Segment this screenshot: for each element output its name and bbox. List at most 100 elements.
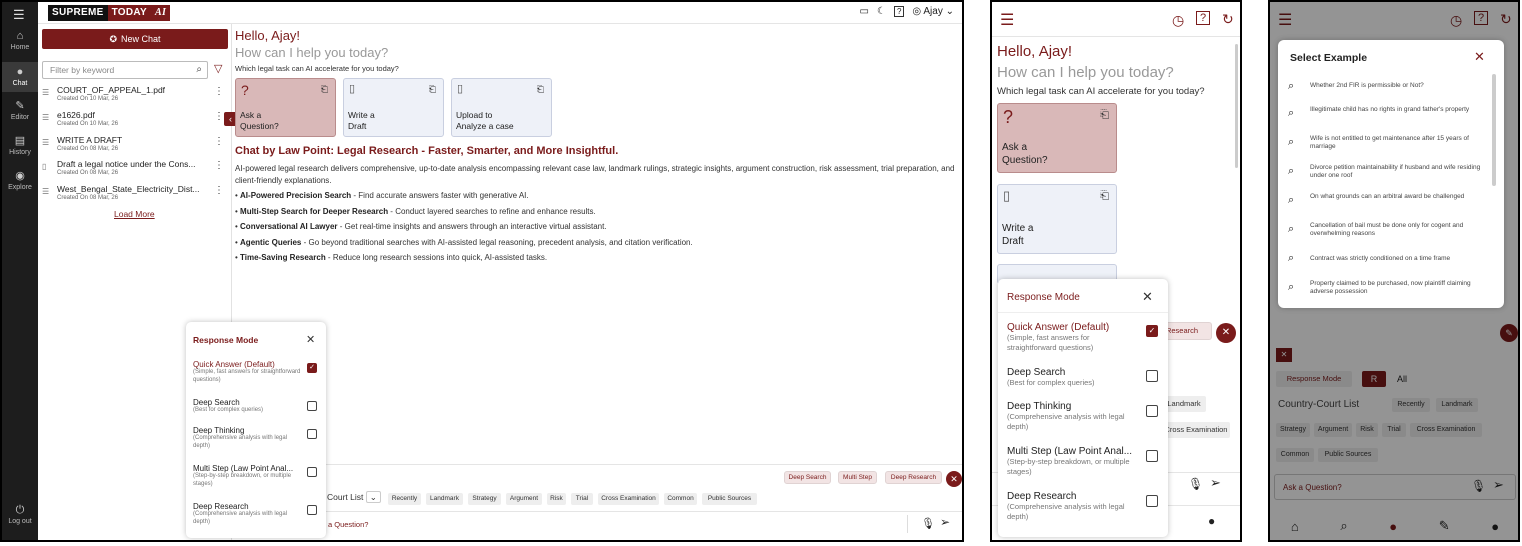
mode-option[interactable]: Multi Step (Law Point Anal... (Step-by-st… [1007,446,1141,476]
upload-case-card[interactable]: ▯ ⎗ Upload to Analyze a case [451,78,552,137]
help-icon[interactable]: ? [893,6,905,17]
history-item[interactable]: ☰ e1626.pdf Created On 10 Mar, 26 ⋮ [40,109,224,131]
history-item[interactable]: ☰ WRITE A DRAFT Created On 08 Mar, 26 ⋮ [40,134,224,156]
mode-option[interactable]: Deep Research (Comprehensive analysis wit… [1007,491,1141,521]
scrollbar[interactable] [1235,44,1238,168]
court-list-dropdown[interactable]: Court List ⌄ [327,491,381,503]
tag-landmark[interactable]: Landmark [426,493,463,505]
monitor-icon[interactable]: ▭ [860,6,869,17]
mode-checkbox[interactable]: ✓ [307,363,317,373]
mode-option[interactable]: Quick Answer (Default) (Simple, fast answ… [1007,322,1141,352]
new-chat-button[interactable]: ✪ New Chat [42,29,228,49]
help-icon[interactable]: ? [1196,11,1211,25]
history-item[interactable]: ☰ West_Bengal_State_Electricity_Dist... Cr… [40,183,224,205]
nav-logout[interactable]: ⏻ Log out [2,502,38,530]
theme-icon[interactable]: ☾ [877,6,886,17]
example-item[interactable]: ⌕ Cancellation of bail must be done only … [1288,220,1488,244]
example-item[interactable]: ⌕ Property claimed to be purchased, now p… [1288,278,1488,302]
example-item[interactable]: ⌕ Wife is not entitled to get maintenance… [1288,133,1488,157]
profile-icon[interactable]: ● [1208,514,1215,528]
mode-checkbox[interactable] [307,429,317,439]
user-menu[interactable]: ◎ Ajay ⌄ [912,6,954,17]
menu-icon[interactable]: ☰ [1000,10,1014,30]
subtitle: How can I help you today? [235,45,389,60]
mode-option[interactable]: Quick Answer (Default) (Simple, fast answ… [193,360,303,384]
write-draft-card[interactable]: ▯ ⎗ Write a Draft [343,78,444,137]
example-item[interactable]: ⌕ Whether 2nd FIR is permissible or Not? [1288,80,1488,100]
tag-trial[interactable]: Trial [571,493,593,505]
tag-recently[interactable]: Recently [388,493,421,505]
send-icon[interactable]: ➢ [1210,475,1221,491]
more-icon[interactable]: ⋮ [214,86,224,97]
write-draft-card[interactable]: ▯ ⎗ Write a Draft [997,184,1117,254]
question-input[interactable]: a Question? 🎙 ➢ [235,511,962,535]
mode-option[interactable]: Multi Step (Law Point Anal... (Step-by-st… [193,464,303,488]
close-mode-button[interactable]: ✕ [946,471,962,487]
more-icon[interactable]: ⋮ [214,160,224,171]
mode-option[interactable]: Deep Research (Comprehensive analysis wit… [193,502,303,526]
search-icon: ⌕ [1288,194,1295,206]
nav-chat[interactable]: ● Chat [2,62,38,92]
mode-checkbox[interactable] [307,467,317,477]
nav-explore[interactable]: ◉ Explore [2,168,38,196]
close-icon[interactable]: ✕ [306,333,315,346]
nav-editor[interactable]: ✎ Editor [2,98,38,126]
menu-icon[interactable]: ☰ [13,7,25,23]
filter-input[interactable]: Filter by keyword ⌕ [42,61,208,79]
history-item[interactable]: ▯ Draft a legal notice under the Cons... C… [40,158,224,180]
chip-deep-search[interactable]: Deep Search [784,471,831,484]
close-mode-button[interactable]: ✕ [1216,323,1236,343]
mode-option[interactable]: Deep Thinking (Comprehensive analysis wit… [193,426,303,450]
tag-strategy[interactable]: Strategy [468,493,501,505]
chip-multi-step[interactable]: Multi Step [838,471,877,484]
search-icon[interactable]: ⌕ [196,64,202,75]
microphone-icon[interactable]: 🎙 [921,517,935,530]
more-icon[interactable]: ⋮ [214,111,224,122]
feature-bullet: • Time-Saving Research - Reduce long res… [235,253,548,262]
tag-argument[interactable]: Argument [506,493,542,505]
tag-cross-examination[interactable]: Cross Examination [1162,422,1230,438]
nav-home[interactable]: ⌂ Home [2,28,38,56]
filter-funnel-icon[interactable]: ▽ [214,62,222,75]
mode-checkbox[interactable] [1146,370,1158,382]
tag-common[interactable]: Common [664,493,697,505]
close-icon[interactable]: ✕ [1142,289,1153,305]
mode-option[interactable]: Deep Thinking (Comprehensive analysis wit… [1007,401,1141,431]
scrollbar[interactable] [1492,74,1496,186]
response-mode-popup: Response Mode ✕ Quick Answer (Default) (S… [998,279,1168,537]
ask-question-card[interactable]: ? ⎗ Ask a Question? [997,103,1117,173]
editor-icon: ✎ [15,100,25,112]
ask-question-card[interactable]: ? ⎗ Ask a Question? [235,78,336,137]
tag-landmark[interactable]: Landmark [1162,396,1206,412]
nav-history[interactable]: ▤ History [2,133,38,161]
task-prompt: Which legal task can AI accelerate for y… [235,64,399,73]
mode-option[interactable]: Deep Search (Best for complex queries) [1007,367,1141,388]
mode-checkbox[interactable] [307,401,317,411]
mode-checkbox[interactable] [1146,450,1158,462]
example-item[interactable]: ⌕ Divorce petition maintainability if hus… [1288,162,1488,186]
example-item[interactable]: ⌕ Contract was strictly conditioned on a … [1288,252,1488,270]
more-icon[interactable]: ⋮ [214,185,224,196]
tag-risk[interactable]: Risk [547,493,566,505]
tag-public-sources[interactable]: Public Sources [702,493,757,505]
mode-checkbox[interactable] [307,505,317,515]
question-icon: ? [1003,107,1014,127]
more-icon[interactable]: ⋮ [214,136,224,147]
example-item[interactable]: ⌕ On what grounds can an arbitral award b… [1288,191,1488,215]
example-item[interactable]: ⌕ Illegitimate child has no rights in gra… [1288,104,1488,128]
main-content: Hello, Ajay! How can I help you today? W… [235,24,962,540]
history-icon[interactable]: ◷ [1172,12,1184,29]
history-item[interactable]: ☰ COURT_OF_APPEAL_1.pdf Created On 10 Mar,… [40,84,224,106]
mode-option[interactable]: Deep Search (Best for complex queries) [193,398,303,415]
refresh-icon[interactable]: ↻ [1222,11,1234,28]
chip-deep-research[interactable]: Deep Research [885,471,942,484]
load-more-link[interactable]: Load More [114,209,155,219]
tag-cross-examination[interactable]: Cross Examination [598,493,659,505]
send-icon[interactable]: ➢ [940,515,950,529]
microphone-icon[interactable]: 🎙 [1188,477,1203,491]
mode-checkbox[interactable] [1146,405,1158,417]
book-icon: ⎗ [428,84,436,94]
close-icon[interactable]: ✕ [1474,49,1485,65]
mode-checkbox[interactable]: ✓ [1146,325,1158,337]
mode-checkbox[interactable] [1146,495,1158,507]
